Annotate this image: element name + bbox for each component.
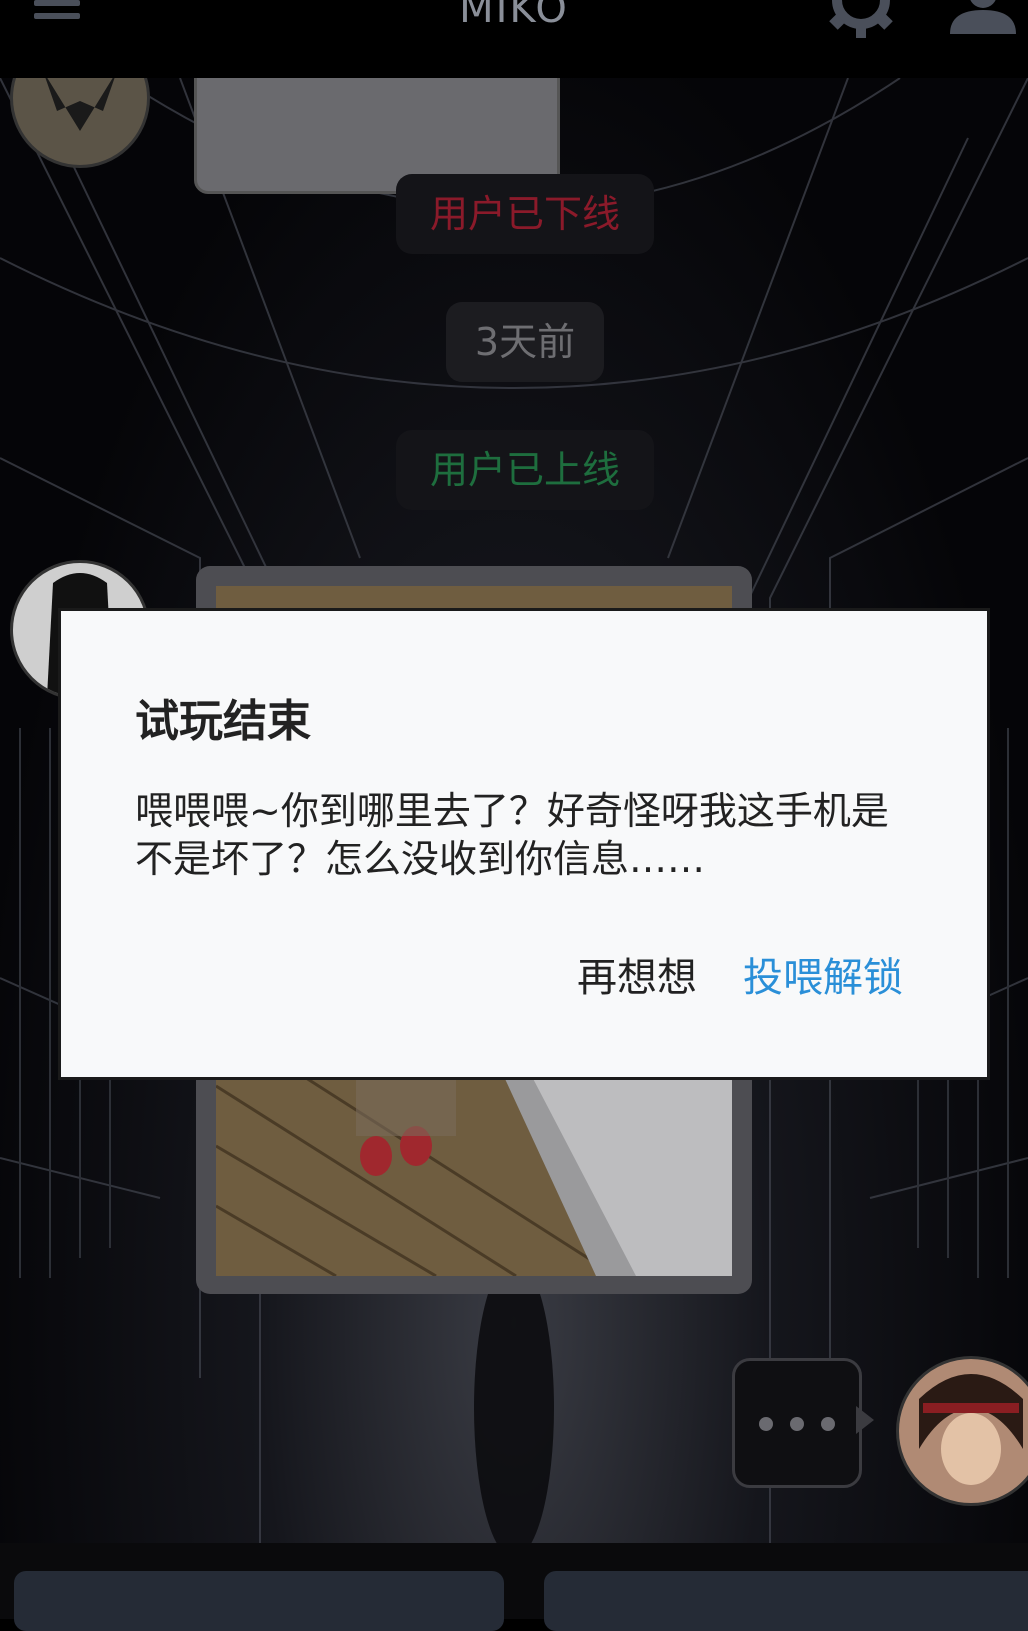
dialog-message: 喂喂喂~你到哪里去了？好奇怪呀我这手机是不是坏了？怎么没收到你信息…… xyxy=(135,789,889,881)
dialog-title: 试玩结束 xyxy=(135,696,311,747)
reconsider-button[interactable]: 再想想 xyxy=(577,945,697,1003)
unlock-button[interactable]: 投喂解锁 xyxy=(743,945,903,1003)
trial-ended-dialog: 试玩结束 喂喂喂~你到哪里去了？好奇怪呀我这手机是不是坏了？怎么没收到你信息……… xyxy=(58,608,990,1080)
